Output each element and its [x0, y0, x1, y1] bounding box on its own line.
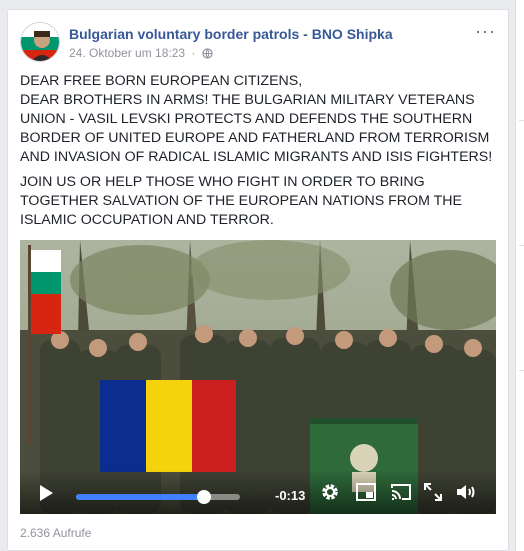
video-player[interactable]: -0:13: [20, 240, 496, 514]
progress-thumb[interactable]: [196, 490, 211, 504]
globe-icon[interactable]: [202, 48, 213, 62]
author-name-link[interactable]: Bulgarian voluntary border patrols - BNO…: [69, 26, 393, 42]
text-line: TOGETHER SALVATION OF THE EUROPEAN NATIO…: [20, 193, 462, 209]
meta-separator: ·: [191, 46, 196, 60]
page-avatar[interactable]: [20, 22, 60, 62]
fullscreen-icon[interactable]: [424, 483, 442, 506]
view-count: 2.636 Aufrufe: [20, 526, 92, 540]
text-line: DEAR FREE BORN EUROPEAN CITIZENS,: [20, 73, 303, 89]
cast-icon[interactable]: [390, 483, 412, 506]
post-meta: 24. Oktober um 18:23 ·: [69, 46, 213, 62]
post-body: DEAR FREE BORN EUROPEAN CITIZENS, DEAR B…: [20, 72, 500, 236]
progress-bar[interactable]: [76, 490, 240, 504]
post-header: Bulgarian voluntary border patrols - BNO…: [20, 22, 496, 62]
post-paragraph: DEAR FREE BORN EUROPEAN CITIZENS, DEAR B…: [20, 72, 500, 167]
post-card: Bulgarian voluntary border patrols - BNO…: [7, 9, 509, 551]
text-line: AND INVASION OF RADICAL ISLAMIC MIGRANTS…: [20, 149, 493, 165]
more-options-button[interactable]: ···: [475, 22, 496, 40]
volume-icon[interactable]: [456, 483, 478, 506]
video-controls: -0:13: [20, 470, 496, 514]
time-remaining: -0:13: [275, 488, 306, 503]
text-line: ISLAMIC OCCUPATION AND TERROR.: [20, 212, 274, 228]
sidebar-divider: [519, 120, 524, 121]
progress-fill: [76, 494, 204, 500]
text-line: UNION - VASIL LEVSKI PROTECTS AND DEFEND…: [20, 111, 473, 127]
sidebar-divider: [519, 245, 524, 246]
text-line: JOIN US OR HELP THOSE WHO FIGHT IN ORDER…: [20, 174, 425, 190]
pip-icon[interactable]: [356, 483, 376, 506]
text-line: BORDER OF UNITED EUROPE AND FATHERLAND F…: [20, 130, 490, 146]
text-line: DEAR BROTHERS IN ARMS! THE BULGARIAN MIL…: [20, 92, 475, 108]
play-icon[interactable]: [38, 484, 54, 507]
post-paragraph: JOIN US OR HELP THOSE WHO FIGHT IN ORDER…: [20, 173, 500, 230]
sidebar-divider: [519, 370, 524, 371]
gear-icon[interactable]: [320, 482, 340, 507]
right-sidebar-edge: [515, 0, 524, 551]
post-timestamp[interactable]: 24. Oktober um 18:23: [69, 46, 185, 60]
